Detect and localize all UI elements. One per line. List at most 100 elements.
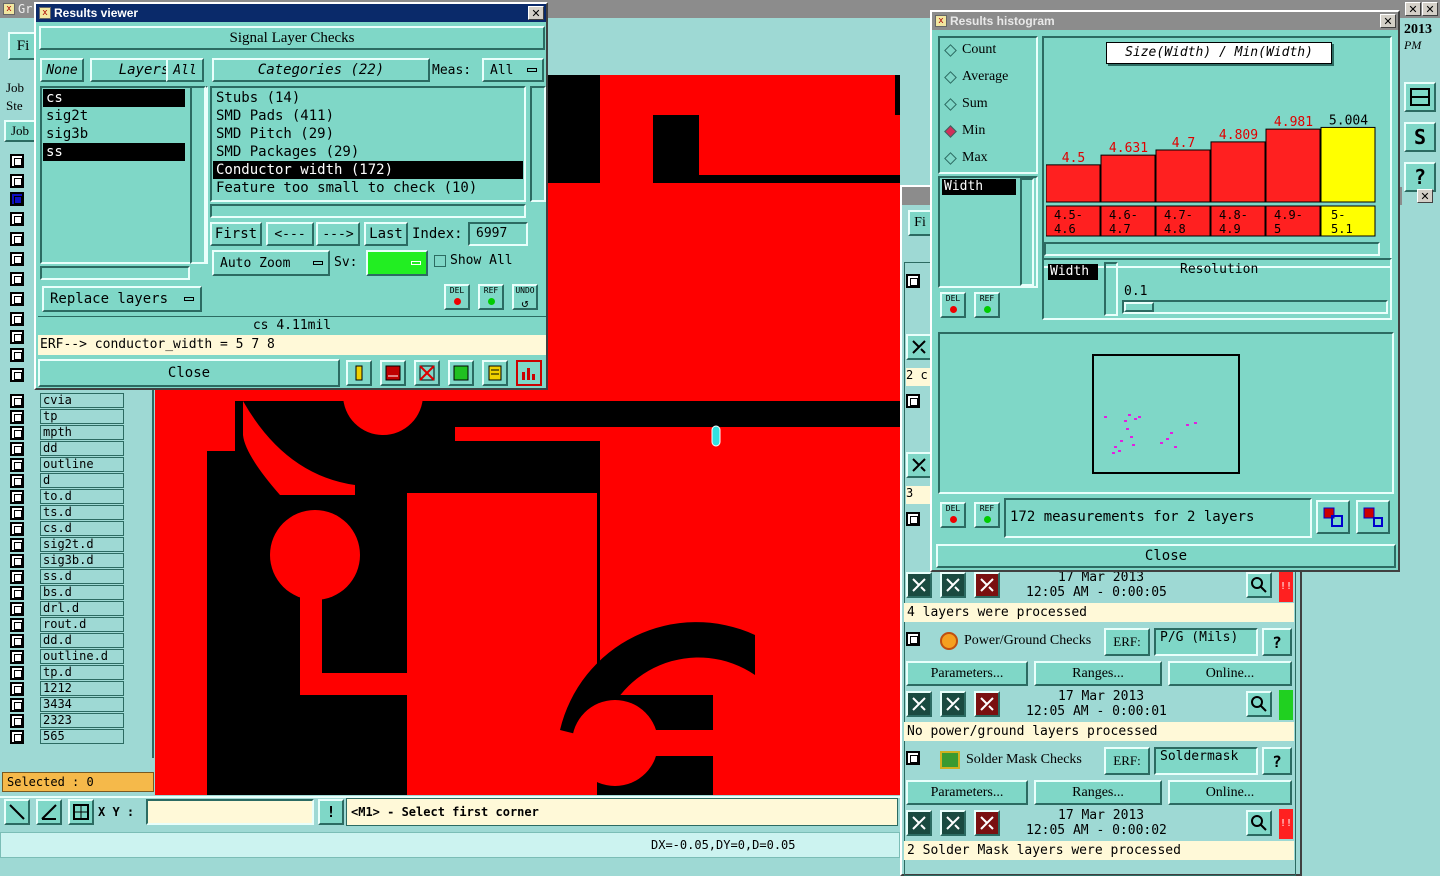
close-icon[interactable]: ✕	[1422, 2, 1438, 16]
sm-parameters-button[interactable]: Parameters...	[906, 780, 1028, 805]
notes-icon[interactable]	[482, 360, 508, 386]
layer-name[interactable]: dd	[40, 441, 124, 456]
layer-visibility-checkbox[interactable]	[10, 554, 24, 568]
layer-visibility-checkbox[interactable]	[10, 410, 24, 424]
category-item[interactable]: Stubs (14)	[213, 89, 523, 107]
layer-name[interactable]: cvia	[40, 393, 124, 408]
histogram-bar[interactable]	[1320, 126, 1376, 203]
next-button[interactable]: --->	[316, 222, 360, 246]
layer-name[interactable]: d	[40, 473, 124, 488]
plot-mode-icon[interactable]	[1316, 500, 1350, 534]
histogram-bar[interactable]	[1210, 141, 1266, 203]
layer-stack-icon[interactable]	[346, 360, 372, 386]
layer-visibility-checkbox[interactable]	[10, 292, 24, 306]
layer-visibility-checkbox[interactable]	[10, 602, 24, 616]
all-button[interactable]: All	[166, 58, 204, 82]
sm-erf-value[interactable]: Soldermask	[1154, 747, 1258, 775]
layer-visibility-checkbox[interactable]	[10, 650, 24, 664]
reference-marker-icon[interactable]: REF	[974, 502, 1000, 528]
plot-mode-alt-icon[interactable]	[1356, 500, 1390, 534]
categories-button[interactable]: Categories (22)	[212, 58, 430, 82]
pg-online-button[interactable]: Online...	[1168, 661, 1292, 686]
category-hscroll[interactable]	[210, 204, 526, 218]
histogram-close-button[interactable]: Close	[936, 544, 1396, 568]
category-item[interactable]: SMD Pads (411)	[213, 107, 523, 125]
resolution-slider-thumb[interactable]	[1124, 302, 1154, 312]
layer-visibility-checkbox[interactable]	[10, 330, 24, 344]
layer-visibility-checkbox[interactable]	[10, 312, 24, 326]
zoom-results-icon[interactable]	[1246, 810, 1272, 836]
meas-dropdown[interactable]: All	[482, 58, 544, 82]
layer-name[interactable]: tp	[40, 409, 124, 424]
layer-visibility-checkbox[interactable]	[10, 698, 24, 712]
layer-visibility-checkbox[interactable]	[10, 154, 24, 168]
layer-name[interactable]: ss.d	[40, 569, 124, 584]
param-vscroll[interactable]	[1020, 178, 1034, 286]
grid-snap-icon[interactable]	[68, 799, 94, 825]
run-selected-icon[interactable]	[940, 572, 966, 598]
last-button[interactable]: Last	[364, 222, 408, 246]
close-icon[interactable]: ✕	[528, 6, 544, 20]
layer-select-item[interactable]: sig2t	[43, 107, 185, 125]
checks-file-menu[interactable]: Fi	[908, 210, 932, 236]
run-selected-icon[interactable]	[940, 810, 966, 836]
close-icon[interactable]: ✕	[1405, 2, 1421, 16]
layer-visibility-checkbox[interactable]	[10, 490, 24, 504]
delete-marker-icon[interactable]: DEL	[444, 284, 470, 310]
layer-visibility-checkbox[interactable]	[10, 272, 24, 286]
layer-visibility-checkbox[interactable]	[10, 538, 24, 552]
sm-online-button[interactable]: Online...	[1168, 780, 1292, 805]
layer-select-item[interactable]: cs	[43, 89, 185, 107]
prev-button[interactable]: <---	[266, 222, 314, 246]
run-check-icon[interactable]	[906, 691, 932, 717]
reference-marker-icon[interactable]: REF	[974, 292, 1000, 318]
layer-visibility-checkbox[interactable]	[10, 348, 24, 362]
layer-name[interactable]: tp.d	[40, 665, 124, 680]
layer-visibility-checkbox[interactable]	[10, 474, 24, 488]
layer-name[interactable]: 1212	[40, 681, 124, 696]
layer-hscroll[interactable]	[40, 266, 190, 280]
run-failed-icon[interactable]	[974, 691, 1000, 717]
layer-visibility-checkbox[interactable]	[10, 368, 24, 382]
run-check-icon[interactable]	[906, 334, 932, 360]
snap-icon[interactable]: S	[1404, 122, 1436, 152]
layer-name[interactable]: 3434	[40, 697, 124, 712]
res-param-width[interactable]: Width	[1048, 264, 1098, 280]
category-item[interactable]: Conductor width (172)	[213, 161, 523, 179]
erf-disabled-icon[interactable]	[414, 360, 440, 386]
layer-visibility-checkbox[interactable]	[10, 570, 24, 584]
pg-ranges-button[interactable]: Ranges...	[1034, 661, 1162, 686]
layer-visibility-checkbox[interactable]	[10, 174, 24, 188]
layer-name[interactable]: outline	[40, 457, 124, 472]
report-green-icon[interactable]	[448, 360, 474, 386]
layer-visibility-checkbox[interactable]	[10, 212, 24, 226]
layer-name[interactable]: to.d	[40, 489, 124, 504]
layer-visibility-checkbox[interactable]	[10, 426, 24, 440]
layer-vscroll[interactable]	[190, 86, 206, 264]
layer-select-item[interactable]: sig3b	[43, 125, 185, 143]
chart-hscroll[interactable]	[1044, 242, 1380, 256]
layer-visibility-checkbox[interactable]	[10, 506, 24, 520]
mode-radio[interactable]: Average	[944, 67, 1036, 89]
layer-name[interactable]: sig2t.d	[40, 537, 124, 552]
histogram-icon[interactable]	[516, 360, 542, 386]
red-square-icon[interactable]	[380, 360, 406, 386]
layer-visibility-checkbox[interactable]	[10, 192, 24, 206]
sm-ranges-button[interactable]: Ranges...	[1034, 780, 1162, 805]
delete-marker-icon[interactable]: DEL	[940, 502, 966, 528]
mode-radio[interactable]: Min	[944, 121, 1036, 143]
run-selected-icon[interactable]	[940, 691, 966, 717]
check-enable-2[interactable]	[906, 394, 920, 408]
measure-icon[interactable]	[4, 799, 30, 825]
reference-marker-icon[interactable]: REF	[478, 284, 504, 310]
layer-visibility-checkbox[interactable]	[10, 714, 24, 728]
run-failed-icon[interactable]	[974, 810, 1000, 836]
pg-parameters-button[interactable]: Parameters...	[906, 661, 1028, 686]
layer-name[interactable]: dd.d	[40, 633, 124, 648]
zoom-results-icon[interactable]	[1246, 572, 1272, 598]
show-all-checkbox[interactable]	[434, 255, 446, 267]
job-button[interactable]: Job	[4, 120, 36, 142]
check-group-header[interactable]: Signal Layer Checks	[39, 26, 545, 50]
histogram-bar[interactable]	[1046, 164, 1101, 203]
delete-marker-icon[interactable]: DEL	[940, 292, 966, 318]
